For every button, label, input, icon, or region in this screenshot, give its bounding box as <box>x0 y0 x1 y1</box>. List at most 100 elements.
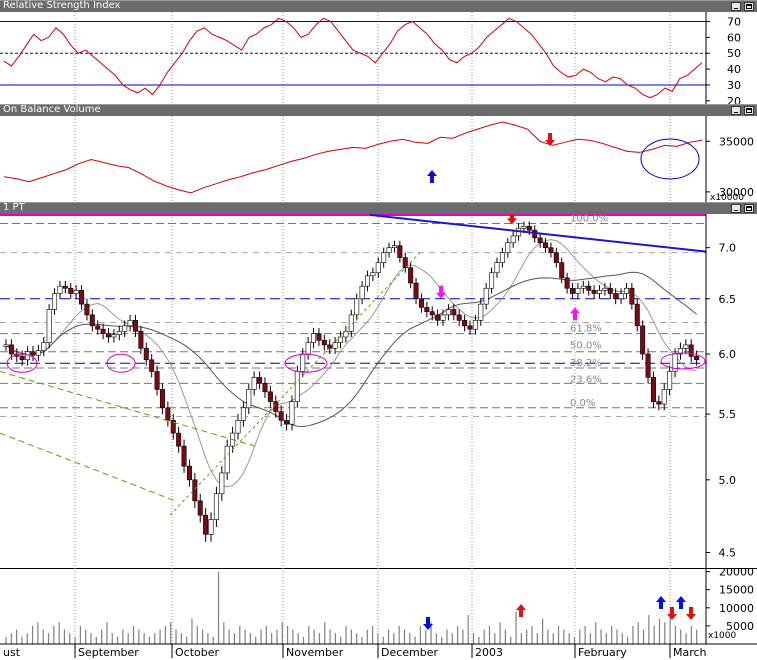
candle-body <box>203 514 209 535</box>
candle-body <box>251 377 257 390</box>
obv-maximize-button[interactable] <box>744 106 754 115</box>
candle-body <box>122 325 128 332</box>
candle-body <box>46 309 52 343</box>
price-plot: 100.0% 61.8% 50.0% 38.2% 23.6% 0.0% 7.0 6.5 6.0 5… <box>0 214 737 568</box>
candle-body <box>618 293 624 300</box>
candle-body <box>537 237 543 244</box>
candle-body <box>100 328 106 334</box>
candle-body <box>386 247 392 253</box>
rsi-tick-label: 30 <box>727 79 741 92</box>
candle-body <box>176 432 182 447</box>
candle-body <box>186 465 192 481</box>
candle-body <box>294 371 300 402</box>
candle-body <box>132 320 138 332</box>
candle-body <box>553 252 559 263</box>
candle-body <box>35 350 41 356</box>
price-tick-label: 5.5 <box>719 408 737 421</box>
candle-body <box>165 407 171 421</box>
candle-body <box>138 331 144 349</box>
candle-body <box>154 371 160 390</box>
volume-down-arrow-icon <box>686 607 696 620</box>
candle-body <box>311 333 317 343</box>
candle-body <box>213 493 219 520</box>
candle-body <box>219 472 225 495</box>
candle-body <box>3 344 9 347</box>
fib-label: 0.0% <box>570 398 595 409</box>
uptrend-line <box>169 252 421 516</box>
candle-body <box>391 245 397 248</box>
rsi-titlebar[interactable]: Relative Strength Index <box>0 0 757 12</box>
candle-body <box>494 262 500 274</box>
candle-body <box>52 293 58 310</box>
candle-body <box>338 336 344 343</box>
candle-body <box>526 226 532 231</box>
candle-body <box>435 314 441 321</box>
candle-body <box>73 290 79 294</box>
candle-body <box>300 353 306 372</box>
candle-body <box>224 445 230 474</box>
candle-body <box>613 293 619 300</box>
candle-body <box>683 344 689 349</box>
candle-body <box>408 267 414 284</box>
obv-down-arrow-icon <box>545 133 555 146</box>
candle-body <box>30 351 36 356</box>
volume-multiplier-label: x1000 <box>708 631 737 641</box>
price-tick-label: 6.5 <box>719 293 737 306</box>
candle-body <box>381 252 387 263</box>
volume-up-arrow-icon <box>516 604 526 617</box>
candle-body <box>548 247 554 253</box>
price-maximize-button[interactable] <box>744 204 754 213</box>
candle-body <box>111 334 117 338</box>
candle-body <box>359 285 365 300</box>
candle-body <box>149 359 155 372</box>
rsi-maximize-button[interactable] <box>744 2 754 11</box>
volume-tick-label: 20000 <box>719 568 754 579</box>
candle-body <box>521 226 527 229</box>
candle-body <box>656 401 662 405</box>
price-panel: 1 PT 100.0% 61.8% 50.0% 38.2% 23.6% 0.0% 7.0 6.… <box>0 202 757 568</box>
candle-body <box>634 303 640 327</box>
candle-body <box>607 287 613 294</box>
candle-body <box>559 262 565 279</box>
obv-titlebar[interactable]: On Balance Volume <box>0 104 757 116</box>
candle-body <box>694 356 700 361</box>
candle-body <box>629 287 635 305</box>
price-tick-label: 5.0 <box>719 474 737 487</box>
candle-body <box>505 242 511 253</box>
candle-body <box>661 389 667 405</box>
rsi-panel: Relative Strength Index 70 60 50 40 30 20 <box>0 0 757 104</box>
price-minimize-button[interactable] <box>731 204 741 213</box>
rsi-minimize-button[interactable] <box>731 2 741 11</box>
volume-plot: 2000015000100005000x1000ust September Octo… <box>0 568 757 659</box>
candle-body <box>688 344 694 357</box>
rsi-tick-label: 20 <box>727 95 741 104</box>
candle-body <box>62 285 68 289</box>
fib-label: 100.0% <box>570 214 608 224</box>
support-highlight-ellipse <box>660 352 706 370</box>
rsi-title: Relative Strength Index <box>3 0 121 11</box>
price-down-arrow-icon <box>436 285 446 299</box>
price-titlebar[interactable]: 1 PT <box>0 202 757 214</box>
candle-body <box>240 407 246 421</box>
channel-line-lower <box>0 432 176 502</box>
candle-body <box>510 235 516 244</box>
obv-minimize-button[interactable] <box>731 106 741 115</box>
candle-body <box>289 401 295 425</box>
candle-body <box>462 320 468 327</box>
candle-body <box>397 245 403 258</box>
candle-body <box>84 303 90 316</box>
obv-series-line <box>3 121 703 194</box>
candle-body <box>467 325 473 330</box>
candle-body <box>267 391 273 402</box>
candle-body <box>284 420 290 425</box>
candle-body <box>570 287 576 294</box>
candle-body <box>640 325 646 355</box>
obv-title: On Balance Volume <box>3 104 101 115</box>
channel-line-upper <box>0 371 256 447</box>
candle-body <box>332 342 338 349</box>
downtrend-line <box>369 214 707 253</box>
month-label: March <box>673 646 707 659</box>
candle-body <box>499 252 505 263</box>
price-tick-label: 4.5 <box>719 546 737 559</box>
candle-body <box>564 277 570 289</box>
